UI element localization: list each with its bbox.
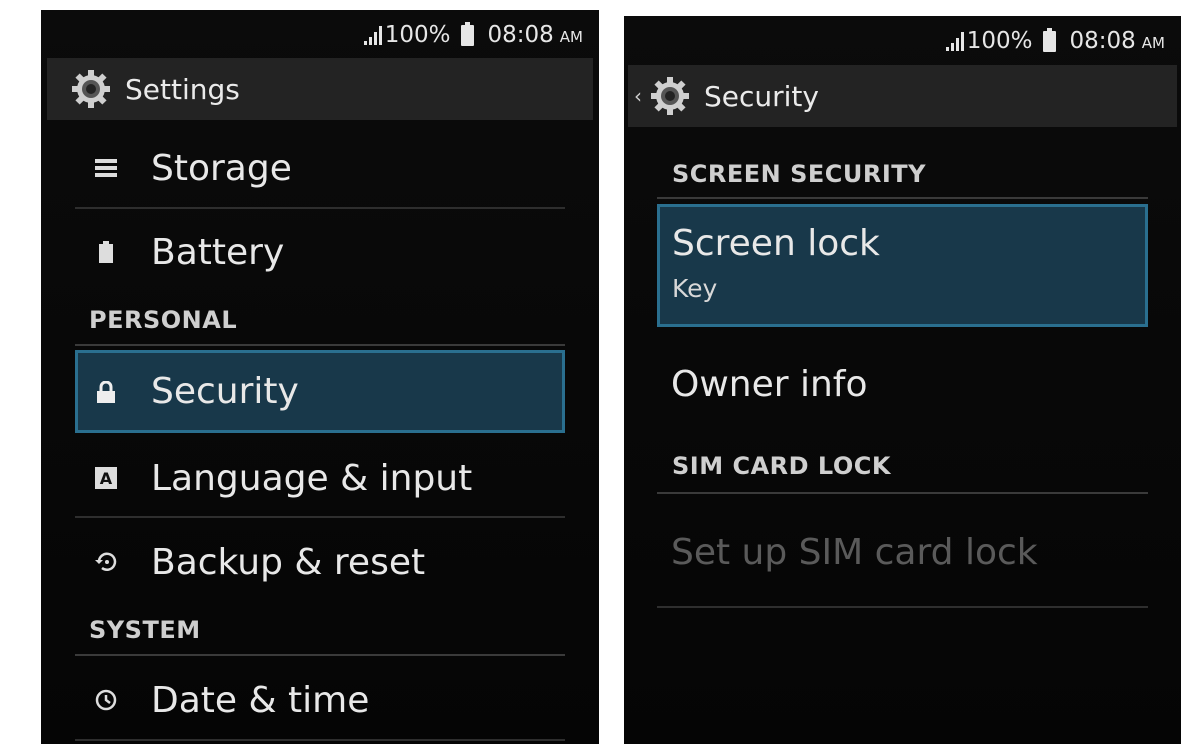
settings-item-security[interactable]: Security xyxy=(75,350,565,433)
clock-icon xyxy=(93,689,119,711)
divider xyxy=(75,654,565,656)
settings-gear-icon xyxy=(651,77,689,115)
divider xyxy=(75,516,565,518)
battery-percent: 100% xyxy=(966,28,1033,54)
settings-item-label: Battery xyxy=(151,231,285,273)
settings-screen: 100% 08:08 AM Settings Storage Battery P… xyxy=(41,10,599,744)
status-bar: 100% 08:08 AM xyxy=(41,10,599,60)
clock-ampm: AM xyxy=(559,28,583,46)
divider xyxy=(75,344,565,346)
divider xyxy=(657,197,1148,199)
divider xyxy=(75,739,565,741)
page-title: Security xyxy=(704,79,819,113)
security-screen: 100% 08:08 AM ‹ Security SCREEN SECURITY… xyxy=(624,16,1181,744)
status-bar: 100% 08:08 AM xyxy=(624,16,1181,66)
sim-lock-label: Set up SIM card lock xyxy=(671,532,1038,573)
settings-item-label: Backup & reset xyxy=(151,541,426,583)
back-chevron-icon[interactable]: ‹ xyxy=(634,84,642,108)
clock-ampm: AM xyxy=(1141,34,1165,52)
signal-icon xyxy=(363,25,382,45)
settings-gear-icon[interactable] xyxy=(69,67,113,111)
svg-text:A: A xyxy=(100,469,113,488)
section-header-personal: PERSONAL xyxy=(89,306,238,334)
security-item-owner-info[interactable]: Owner info xyxy=(657,364,1148,414)
action-bar: Settings xyxy=(47,58,593,120)
settings-item-language-input[interactable]: A Language & input xyxy=(75,448,565,508)
restore-icon xyxy=(93,551,119,573)
section-header-system: SYSTEM xyxy=(89,616,201,644)
screen-lock-value: Key xyxy=(672,274,718,303)
screen-lock-label: Screen lock xyxy=(672,223,880,264)
settings-item-label: Storage xyxy=(151,147,292,189)
settings-item-label: Security xyxy=(151,371,299,412)
clock-time: 08:08 xyxy=(1069,28,1136,54)
action-bar[interactable]: ‹ Security xyxy=(628,65,1177,127)
lock-icon xyxy=(93,380,119,403)
page-title: Settings xyxy=(125,72,240,106)
signal-icon xyxy=(945,31,964,51)
section-header-screen-security: SCREEN SECURITY xyxy=(672,160,927,188)
divider xyxy=(657,606,1148,608)
battery-icon xyxy=(93,241,119,263)
settings-item-label: Date & time xyxy=(151,679,370,721)
settings-item-battery[interactable]: Battery xyxy=(75,222,565,282)
clock-time: 08:08 xyxy=(487,22,554,48)
keyboard-icon: A xyxy=(93,467,119,489)
settings-item-label: Language & input xyxy=(151,457,473,499)
divider xyxy=(75,207,565,209)
divider xyxy=(657,492,1148,494)
settings-item-date-time[interactable]: Date & time xyxy=(75,670,565,730)
battery-percent: 100% xyxy=(384,22,451,48)
battery-status-icon xyxy=(460,21,474,46)
security-item-screen-lock[interactable]: Screen lock Key xyxy=(657,204,1148,327)
owner-info-label: Owner info xyxy=(671,364,868,405)
settings-item-storage[interactable]: Storage xyxy=(75,140,565,196)
security-item-sim-card-lock: Set up SIM card lock xyxy=(657,532,1148,582)
storage-icon xyxy=(93,158,119,178)
section-header-sim-card-lock: SIM CARD LOCK xyxy=(672,452,891,480)
battery-status-icon xyxy=(1042,27,1056,52)
settings-item-backup-reset[interactable]: Backup & reset xyxy=(75,532,565,592)
